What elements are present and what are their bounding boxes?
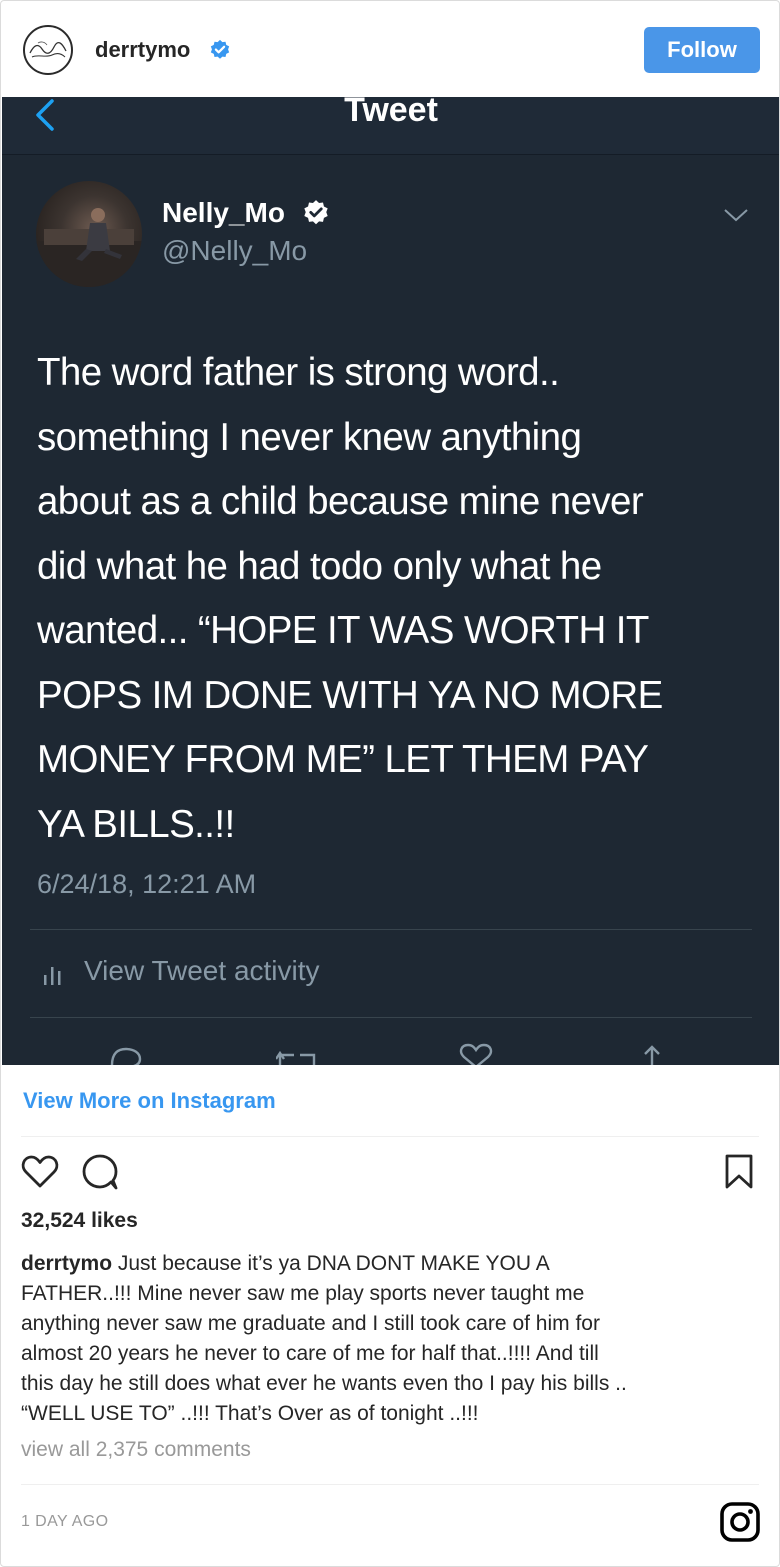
tweet-screenshot-image[interactable]: Tweet Nelly_Mo @Nelly_Mo The word father… xyxy=(2,97,779,1065)
instagram-logo-icon[interactable] xyxy=(719,1501,761,1543)
reply-icon xyxy=(110,1047,142,1065)
caption-username[interactable]: derrtymo xyxy=(21,1252,112,1275)
tweet-author-handle: @Nelly_Mo xyxy=(162,235,308,266)
tweet-text-line: MONEY FROM ME” LET THEM PAY xyxy=(37,738,649,781)
tweet-text: The word father is strong word.. somethi… xyxy=(37,341,757,857)
avatar-logo-icon xyxy=(29,41,67,58)
tweet-avatar-photo xyxy=(36,208,142,287)
caption-text: Just because it’s ya DNA DONT MAKE YOU A xyxy=(112,1252,550,1275)
heart-icon[interactable] xyxy=(21,1155,59,1189)
verified-badge-icon xyxy=(210,39,230,59)
profile-avatar[interactable] xyxy=(23,25,73,75)
post-header: derrtymo Follow xyxy=(1,1,779,97)
post-username[interactable]: derrtymo xyxy=(95,37,190,63)
instagram-embed: derrtymo Follow Tweet Nelly_Mo @Nelly_Mo… xyxy=(0,0,780,1567)
tweet-avatar xyxy=(36,181,142,287)
tweet-topbar: Tweet xyxy=(2,97,779,155)
caption-line: anything never saw me graduate and I sti… xyxy=(21,1312,600,1335)
verified-badge-icon xyxy=(304,200,328,225)
tweet-text-line: The word father is strong word.. xyxy=(37,351,560,394)
tweet-text-line: YA BILLS..!! xyxy=(37,802,235,846)
caption-line: this day he still does what ever he want… xyxy=(21,1372,627,1395)
bar-chart-icon xyxy=(44,967,61,985)
retweet-icon xyxy=(276,1050,316,1065)
tweet-author-name: Nelly_Mo xyxy=(162,197,285,228)
post-caption: derrtymo Just because it’s ya DNA DONT M… xyxy=(21,1249,761,1429)
tweet-divider xyxy=(30,929,752,930)
chevron-down-icon xyxy=(724,209,748,222)
comment-icon[interactable] xyxy=(81,1154,121,1190)
caption-line: FATHER..!!! Mine never saw me play sport… xyxy=(21,1282,585,1305)
tweet-page-title: Tweet xyxy=(344,97,438,129)
tweet-text-line: POPS IM DONE WITH YA NO MORE xyxy=(37,673,663,717)
view-all-comments-link[interactable]: view all 2,375 comments xyxy=(21,1438,251,1462)
tweet-text-line: did what he had todo only what he xyxy=(37,544,602,588)
divider xyxy=(21,1484,759,1485)
follow-button[interactable]: Follow xyxy=(644,27,760,73)
view-tweet-activity: View Tweet activity xyxy=(84,955,320,986)
tweet-text-line: wanted... “HOPE IT WAS WORTH IT xyxy=(37,609,649,652)
tweet-divider xyxy=(30,1017,752,1018)
caption-line: almost 20 years he never to care of me f… xyxy=(21,1342,599,1365)
share-icon xyxy=(644,1045,660,1065)
bookmark-icon[interactable] xyxy=(724,1154,754,1190)
tweet-text-line: something I never knew anything xyxy=(37,415,582,459)
like-icon xyxy=(459,1043,493,1065)
view-more-on-instagram-link[interactable]: View More on Instagram xyxy=(23,1088,276,1114)
caption-line: derrtymo Just because it’s ya DNA DONT M… xyxy=(21,1249,761,1279)
tweet-date: 6/24/18, 12:21 AM xyxy=(37,869,257,899)
like-count[interactable]: 32,524 likes xyxy=(21,1209,138,1233)
tweet-text-line: about as a child because mine never xyxy=(37,480,644,523)
post-timestamp: 1 DAY AGO xyxy=(21,1513,109,1530)
caption-line: “WELL USE TO” ..!!! That’s Over as of to… xyxy=(21,1402,479,1425)
divider xyxy=(21,1136,759,1137)
